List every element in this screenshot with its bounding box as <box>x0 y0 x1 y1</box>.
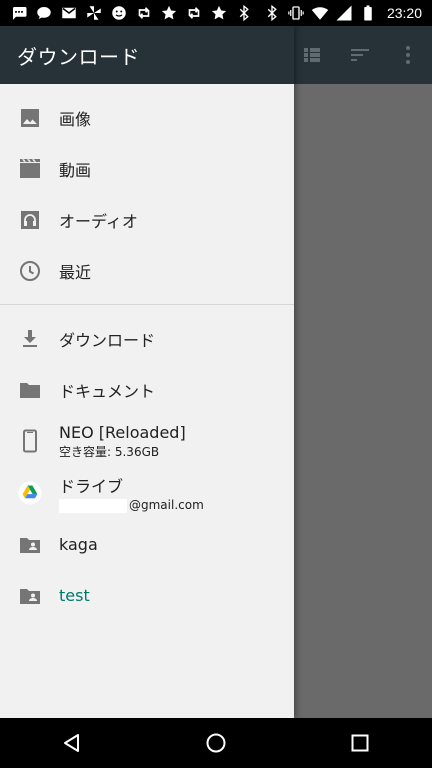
drawer-item-label: ダウンロード <box>59 330 156 350</box>
mail-icon <box>60 4 78 22</box>
face-icon <box>110 4 128 22</box>
recents-button[interactable] <box>336 719 384 767</box>
phone-icon <box>18 429 42 453</box>
system-navigation-bar <box>0 718 432 768</box>
system-icons: 23:20 <box>263 4 432 22</box>
drawer-list-top: 画像 動画 オーディオ 最近 <box>0 84 294 296</box>
toolbar-actions <box>288 26 432 84</box>
drawer-item-downloads[interactable]: ダウンロード <box>0 313 294 364</box>
shared-folder-icon <box>18 533 42 557</box>
drawer-item-drive[interactable]: ドライブ @gmail.com <box>0 467 294 519</box>
sort-button[interactable] <box>336 31 384 79</box>
drawer-item-label: ドライブ <box>59 477 124 497</box>
drawer-item-label: kaga <box>59 535 98 554</box>
retweet-icon <box>185 4 203 22</box>
download-icon <box>18 327 42 351</box>
drawer-header: ダウンロード <box>0 26 294 84</box>
drawer-item-label: NEO [Reloaded] <box>59 422 186 442</box>
drawer-item-label: ドキュメント <box>59 381 156 401</box>
drawer-item-images[interactable]: 画像 <box>0 92 294 143</box>
pinwheel-icon <box>85 4 103 22</box>
signal-icon <box>335 4 353 22</box>
clock-icon <box>18 259 42 283</box>
navigation-drawer: ダウンロード 画像 動画 オーディオ 最近 ダウンロード ドキュメント NEO … <box>0 26 294 718</box>
list-view-icon <box>304 48 320 62</box>
audio-icon <box>18 208 42 232</box>
sort-icon <box>351 49 369 61</box>
status-bar: 23:20 <box>0 0 432 26</box>
overflow-menu-button[interactable] <box>384 31 432 79</box>
list-view-button[interactable] <box>288 31 336 79</box>
redacted-box <box>59 498 127 513</box>
vibrate-icon <box>287 4 305 22</box>
account-email: @gmail.com <box>59 498 204 513</box>
drawer-item-label: 最近 <box>59 262 92 282</box>
battery-icon <box>359 4 377 22</box>
movie-icon <box>18 157 42 181</box>
drawer-item-device[interactable]: NEO [Reloaded] 空き容量: 5.36GB <box>0 415 294 467</box>
drawer-item-kaga[interactable]: kaga <box>0 519 294 570</box>
bluetooth-icon <box>263 4 281 22</box>
retweet-icon <box>135 4 153 22</box>
email-domain: @gmail.com <box>129 498 204 513</box>
home-icon <box>206 733 226 753</box>
shared-folder-icon <box>18 584 42 608</box>
drive-text: ドライブ @gmail.com <box>59 473 204 513</box>
image-icon <box>18 106 42 130</box>
back-icon <box>64 734 79 752</box>
star-icon <box>160 4 178 22</box>
bluetooth-icon <box>235 4 253 22</box>
cloud-chat-icon <box>35 4 53 22</box>
drawer-divider <box>0 304 294 305</box>
drawer-title: ダウンロード <box>17 44 140 69</box>
wifi-icon <box>311 4 329 22</box>
drawer-item-videos[interactable]: 動画 <box>0 143 294 194</box>
drawer-item-label: test <box>59 586 90 605</box>
free-space-text: 空き容量: 5.36GB <box>59 444 160 459</box>
notification-icons <box>0 4 253 22</box>
drawer-item-label: 動画 <box>59 160 92 180</box>
recents-icon <box>351 734 369 752</box>
drawer-item-label: 画像 <box>59 109 92 129</box>
drawer-item-recent[interactable]: 最近 <box>0 245 294 296</box>
folder-icon <box>18 378 42 402</box>
drawer-item-documents[interactable]: ドキュメント <box>0 364 294 415</box>
drawer-item-label: オーディオ <box>59 211 138 231</box>
device-text: NEO [Reloaded] 空き容量: 5.36GB <box>59 423 186 460</box>
back-button[interactable] <box>48 719 96 767</box>
drawer-item-audio[interactable]: オーディオ <box>0 194 294 245</box>
chat-icon <box>10 4 28 22</box>
drive-icon <box>18 481 42 505</box>
home-button[interactable] <box>192 719 240 767</box>
star-icon <box>210 4 228 22</box>
drawer-item-test[interactable]: test <box>0 570 294 621</box>
more-vert-icon <box>406 46 410 64</box>
drawer-list-bottom: ダウンロード ドキュメント NEO [Reloaded] 空き容量: 5.36G… <box>0 313 294 621</box>
clock: 23:20 <box>386 5 422 21</box>
